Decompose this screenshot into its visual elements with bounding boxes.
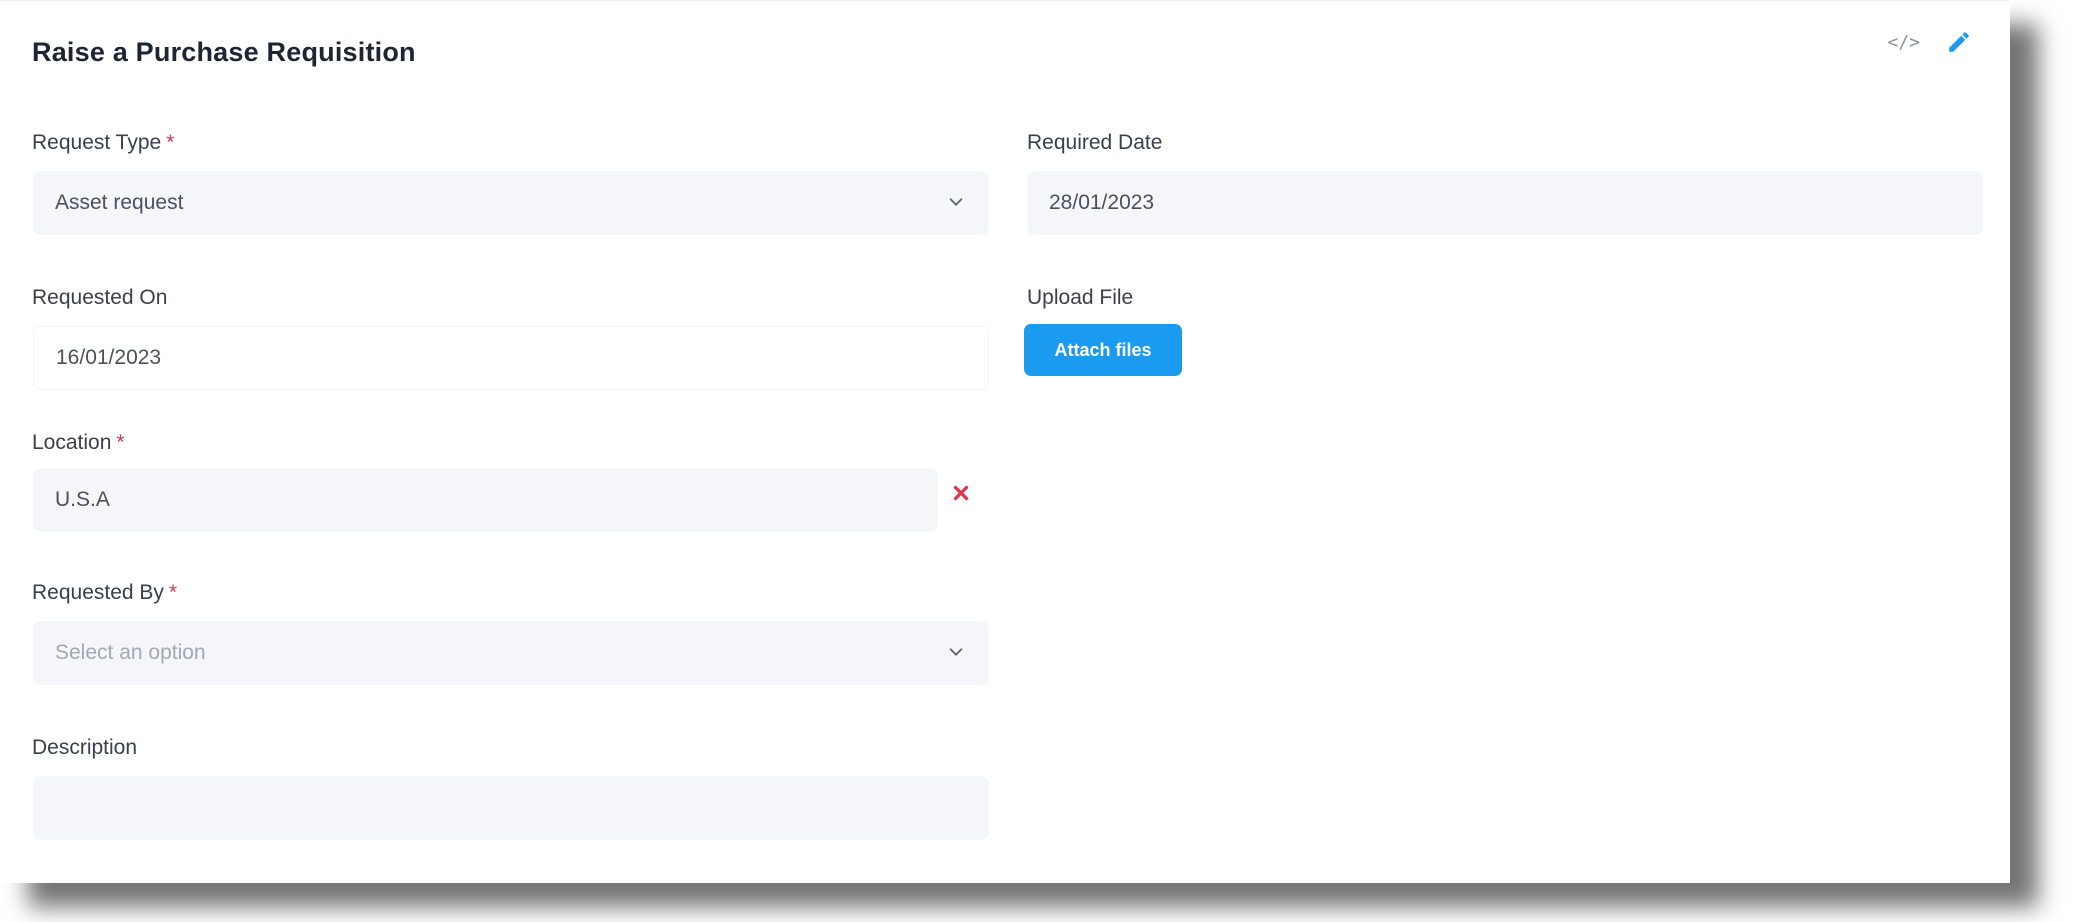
request-type-label: Request Type * (32, 131, 174, 155)
requested-on-input[interactable]: 16/01/2023 (33, 326, 989, 390)
required-date-input[interactable]: 28/01/2023 (1027, 171, 1983, 235)
request-type-value: Asset request (55, 191, 184, 214)
purchase-requisition-card: Raise a Purchase Requisition </> Request… (0, 0, 2010, 883)
description-textarea[interactable] (33, 776, 989, 840)
pencil-icon[interactable] (1946, 29, 1972, 55)
chevron-down-icon (949, 648, 963, 656)
requested-by-label: Requested By * (32, 581, 177, 605)
requested-on-value: 16/01/2023 (56, 346, 162, 369)
location-label: Location * (32, 431, 125, 455)
upload-file-label: Upload File (1027, 286, 1134, 309)
required-mark: * (166, 131, 175, 154)
chevron-down-icon (949, 198, 963, 206)
location-label-text: Location (32, 431, 112, 454)
request-type-label-text: Request Type (32, 131, 162, 154)
page: Raise a Purchase Requisition </> Request… (0, 0, 2073, 922)
location-input[interactable]: U.S.A (33, 468, 938, 532)
page-title: Raise a Purchase Requisition (32, 37, 416, 67)
location-value: U.S.A (55, 488, 110, 511)
requested-on-label: Requested On (32, 286, 168, 309)
description-label: Description (32, 736, 138, 759)
requested-by-placeholder: Select an option (55, 641, 206, 664)
header-actions: </> (1887, 29, 1972, 55)
requested-by-select[interactable]: Select an option (33, 621, 989, 685)
required-mark: * (116, 431, 125, 454)
required-date-value: 28/01/2023 (1049, 191, 1155, 214)
required-date-label: Required Date (1027, 131, 1163, 154)
code-icon[interactable]: </> (1887, 32, 1920, 53)
request-type-select[interactable]: Asset request (33, 171, 989, 235)
requested-by-label-text: Requested By (32, 581, 164, 604)
attach-files-button[interactable]: Attach files (1024, 324, 1182, 376)
clear-icon[interactable] (950, 482, 972, 504)
required-mark: * (168, 581, 178, 604)
